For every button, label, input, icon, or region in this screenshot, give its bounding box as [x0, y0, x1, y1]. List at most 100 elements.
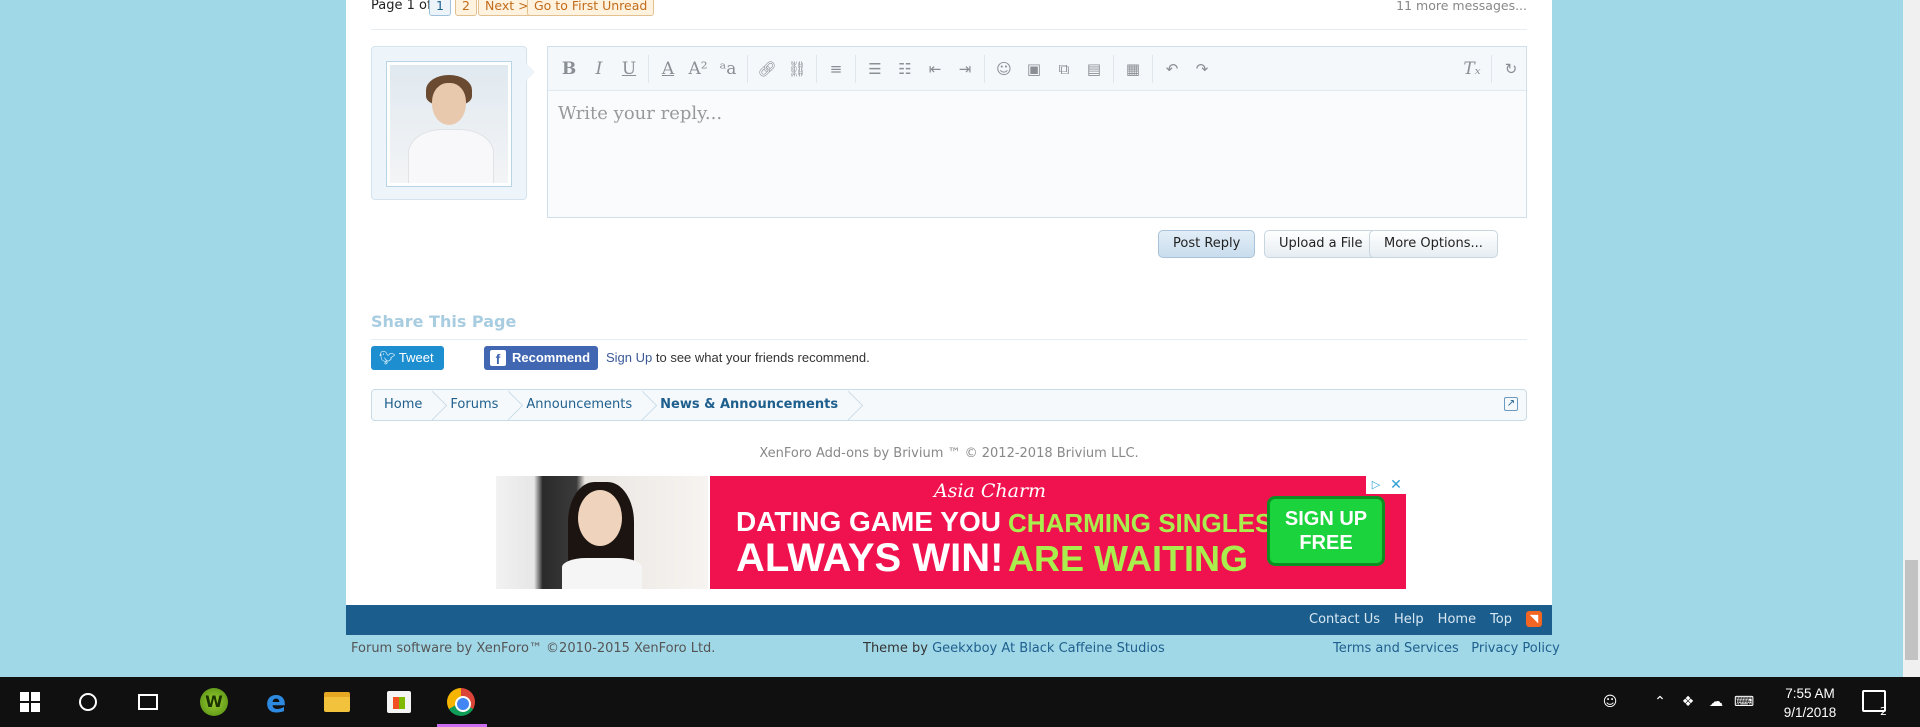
remove-format-icon[interactable]: Tₓ — [1457, 55, 1487, 83]
redo-icon[interactable]: ↷ — [1187, 55, 1217, 83]
toggle-bbcode-icon[interactable]: ↻ — [1496, 55, 1526, 83]
recommend-button[interactable]: f Recommend — [484, 346, 599, 370]
system-clock[interactable]: 7:55 AM 9/1/2018 — [1770, 684, 1850, 722]
theme-prefix: Theme by — [863, 641, 928, 656]
cortana-icon — [79, 693, 97, 711]
reply-input[interactable]: Write your reply... — [548, 91, 1526, 136]
cortana-button[interactable] — [64, 677, 112, 727]
numbered-list-icon[interactable]: ☷ — [890, 55, 920, 83]
smilie-icon[interactable]: ☺ — [989, 55, 1019, 83]
avatar-image — [390, 65, 508, 183]
bullet-list-icon[interactable]: ☰ — [860, 55, 890, 83]
clock-time: 7:55 AM — [1785, 686, 1835, 701]
align-icon[interactable]: ≡ — [821, 55, 851, 83]
ad-cta-line-1: SIGN UP — [1284, 508, 1368, 530]
show-hidden-icons-icon[interactable]: ⌃ — [1646, 694, 1674, 710]
page-scrollbar[interactable] — [1903, 0, 1920, 677]
taskbar-chrome[interactable] — [437, 677, 485, 727]
onedrive-icon[interactable]: ☁ — [1702, 694, 1730, 710]
forum-software-credit: Forum software by XenForo™ ©2010-2015 Xe… — [351, 641, 716, 656]
ad-close-icon[interactable]: ✕ — [1386, 476, 1406, 494]
page-2-button[interactable]: 2 — [455, 0, 477, 16]
chrome-icon — [447, 688, 475, 716]
tweet-button[interactable]: 🐦︎ Tweet — [371, 346, 444, 370]
italic-icon[interactable]: I — [584, 55, 614, 83]
outdent-icon[interactable]: ⇤ — [920, 55, 950, 83]
taskbar-app-w[interactable]: W — [190, 677, 238, 727]
post-reply-button[interactable]: Post Reply — [1158, 230, 1256, 258]
folder-icon — [324, 692, 350, 712]
breadcrumb-home[interactable]: Home — [372, 390, 438, 420]
tweet-label: Tweet — [398, 350, 434, 365]
taskbar-file-explorer[interactable] — [313, 677, 361, 727]
start-button[interactable] — [6, 677, 54, 727]
page-navigation: Page 1 of 2 1 2 Next > Go to First Unrea… — [371, 0, 1527, 30]
upload-file-button[interactable]: Upload a File — [1264, 230, 1378, 258]
save-draft-icon[interactable]: ▦ — [1118, 55, 1148, 83]
ad-cta-line-2: FREE — [1299, 532, 1353, 554]
avatar[interactable] — [386, 61, 512, 187]
breadcrumb-news-announcements[interactable]: News & Announcements — [648, 390, 854, 420]
image-icon[interactable]: ▣ — [1019, 55, 1049, 83]
edge-icon: e — [265, 684, 287, 720]
footer-links: Contact Us Help Home Top ◥ — [1309, 611, 1542, 627]
breadcrumb-forums[interactable]: Forums — [438, 390, 514, 420]
footer-contact-link[interactable]: Contact Us — [1309, 612, 1380, 627]
first-unread-button[interactable]: Go to First Unread — [527, 0, 655, 16]
recommend-label: Recommend — [512, 350, 591, 365]
bold-icon[interactable]: B — [554, 55, 584, 83]
footer-top-link[interactable]: Top — [1490, 612, 1512, 627]
editor-toolbar: B I U A A² ᵃa 🔗︎ ⛓ ≡ ☰ ☷ ⇤ ⇥ ☺ ▣ ⧉ ▤ ▦ ↶… — [548, 47, 1526, 91]
more-messages-link[interactable]: 11 more messages... — [1396, 0, 1527, 13]
store-icon — [387, 691, 411, 713]
share-row: 🐦︎ Tweet f Recommend Sign Up to see what … — [371, 346, 1527, 372]
w-app-icon: W — [200, 688, 228, 716]
windows-icon — [20, 692, 40, 712]
font-family-icon[interactable]: ᵃa — [713, 55, 743, 83]
ad-headline-1: DATING GAME YOU — [736, 506, 1001, 537]
dropbox-icon[interactable]: ❖ — [1674, 694, 1702, 710]
font-color-icon[interactable]: A — [653, 55, 683, 83]
footer-help-link[interactable]: Help — [1394, 612, 1424, 627]
unlink-icon[interactable]: ⛓ — [782, 55, 812, 83]
terms-link[interactable]: Terms and Services — [1333, 641, 1459, 656]
adchoices-icon[interactable]: ▷ — [1366, 476, 1386, 494]
theme-author-link[interactable]: Geekxboy At Black Caffeine Studios — [932, 641, 1165, 656]
scrollbar-thumb[interactable] — [1905, 560, 1918, 660]
people-icon[interactable]: ☺ — [1596, 694, 1624, 710]
theme-credit: Theme by Geekxboy At Black Caffeine Stud… — [863, 641, 1165, 656]
rss-icon[interactable]: ◥ — [1526, 611, 1542, 627]
insert-icon[interactable]: ▤ — [1079, 55, 1109, 83]
footer-home-link[interactable]: Home — [1438, 612, 1476, 627]
indent-icon[interactable]: ⇥ — [950, 55, 980, 83]
undo-icon[interactable]: ↶ — [1157, 55, 1187, 83]
breadcrumb-announcements[interactable]: Announcements — [514, 390, 648, 420]
reply-editor: B I U A A² ᵃa 🔗︎ ⛓ ≡ ☰ ☷ ⇤ ⇥ ☺ ▣ ⧉ ▤ ▦ ↶… — [547, 46, 1527, 218]
reply-actions: Post Reply Upload a File More Options... — [371, 230, 1527, 260]
link-icon[interactable]: 🔗︎ — [752, 55, 782, 83]
ad-banner[interactable]: Asia Charm DATING GAME YOU ALWAYS WIN! C… — [710, 476, 1406, 589]
ad-subline-2: ARE WAITING — [1008, 538, 1248, 579]
keyboard-icon[interactable]: ⌨ — [1730, 694, 1758, 710]
notification-count: 2 — [1880, 705, 1887, 718]
legal-links: Terms and Services Privacy Policy — [1333, 641, 1560, 656]
underline-icon[interactable]: U — [614, 55, 644, 83]
addon-copyright: XenForo Add-ons by Brivium ™ © 2012-2018… — [759, 446, 1139, 461]
privacy-link[interactable]: Privacy Policy — [1471, 641, 1560, 656]
taskbar-edge[interactable]: e — [252, 677, 300, 727]
jump-to-icon[interactable]: ↗ — [1504, 397, 1518, 411]
page-1-button[interactable]: 1 — [429, 0, 451, 16]
more-options-button[interactable]: More Options... — [1369, 230, 1498, 258]
task-view-button[interactable] — [124, 677, 172, 727]
share-title: Share This Page — [371, 312, 1527, 340]
taskbar-store[interactable] — [375, 677, 423, 727]
fb-sign-up-link[interactable]: Sign Up — [606, 350, 652, 365]
font-size-icon[interactable]: A² — [683, 55, 713, 83]
avatar-holder — [371, 46, 535, 200]
media-icon[interactable]: ⧉ — [1049, 55, 1079, 83]
quick-reply: B I U A A² ᵃa 🔗︎ ⛓ ≡ ☰ ☷ ⇤ ⇥ ☺ ▣ ⧉ ▤ ▦ ↶… — [371, 46, 1527, 221]
ad-subline-1: CHARMING SINGLES — [1008, 508, 1273, 538]
task-view-icon — [138, 694, 158, 710]
ad-signup-button[interactable]: SIGN UP FREE — [1267, 496, 1385, 566]
advertisement[interactable]: Asia Charm DATING GAME YOU ALWAYS WIN! C… — [496, 476, 1406, 589]
